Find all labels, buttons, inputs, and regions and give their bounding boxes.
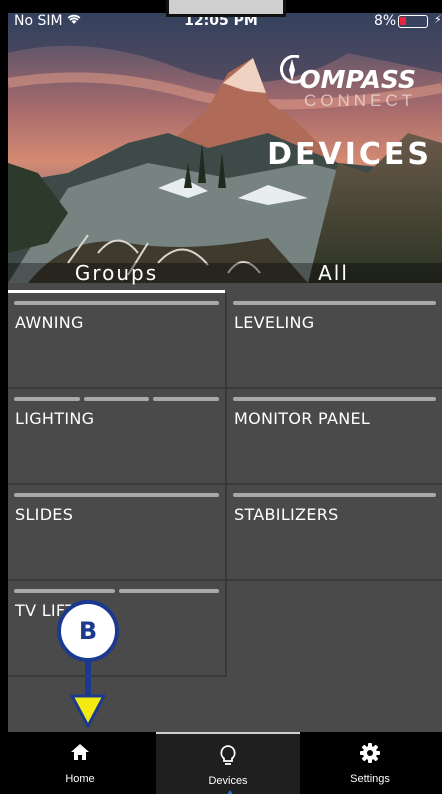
page-title: DEVICES bbox=[267, 137, 432, 172]
group-tile-awning[interactable]: AWNING bbox=[8, 293, 225, 389]
compass-connect-logo: OMPASS CONNECT bbox=[280, 55, 416, 111]
brand-line1: OMPASS bbox=[299, 65, 416, 94]
battery-percent: 8% bbox=[374, 13, 397, 29]
tile-status-bars bbox=[14, 589, 219, 593]
tab-all[interactable]: All bbox=[225, 261, 442, 285]
group-tile-monitor-panel[interactable]: MONITOR PANEL bbox=[225, 389, 442, 485]
compass-icon bbox=[279, 55, 305, 85]
group-tile-lighting[interactable]: LIGHTING bbox=[8, 389, 225, 485]
screenshot-frame: No SIM 12:05 PM 8% ⚡ OMPASS CONNECT DEVI… bbox=[0, 0, 442, 794]
top-tab-overlay bbox=[166, 0, 286, 17]
tile-status-bars bbox=[14, 493, 219, 497]
tile-label: LEVELING bbox=[234, 313, 315, 332]
gear-icon bbox=[359, 742, 381, 768]
callout-arrow-icon bbox=[70, 694, 106, 732]
hero-banner: OMPASS CONNECT DEVICES bbox=[8, 13, 442, 283]
tile-status-bars bbox=[233, 493, 436, 497]
nav-devices-label: Devices bbox=[208, 775, 248, 787]
nav-settings-label: Settings bbox=[350, 773, 390, 785]
battery-icon bbox=[398, 15, 428, 28]
device-group-grid: AWNING LEVELING LIGHTING MONITOR PANEL S… bbox=[8, 293, 442, 741]
nav-home-label: Home bbox=[65, 773, 95, 785]
group-tile-stabilizers[interactable]: STABILIZERS bbox=[225, 485, 442, 581]
lightbulb-icon bbox=[219, 744, 237, 772]
tile-label: SLIDES bbox=[15, 505, 74, 524]
brand-line2: CONNECT bbox=[303, 91, 416, 110]
tile-label: LIGHTING bbox=[15, 409, 95, 428]
nav-home[interactable]: Home bbox=[8, 732, 152, 794]
group-tile-slides[interactable]: SLIDES bbox=[8, 485, 225, 581]
app-screen: OMPASS CONNECT DEVICES Groups All AWNING… bbox=[8, 13, 442, 794]
home-icon bbox=[70, 742, 90, 766]
nav-settings[interactable]: Settings bbox=[298, 732, 442, 794]
group-tile-leveling[interactable]: LEVELING bbox=[225, 293, 442, 389]
bottom-navigation: Home Devices Settings bbox=[8, 732, 442, 794]
tile-label: AWNING bbox=[15, 313, 84, 332]
callout-letter: B bbox=[78, 617, 98, 645]
tile-label: MONITOR PANEL bbox=[234, 409, 371, 428]
callout-marker-b: B bbox=[57, 600, 119, 662]
tile-label: STABILIZERS bbox=[234, 505, 339, 524]
tile-status-bars bbox=[233, 301, 436, 305]
nav-devices[interactable]: Devices bbox=[156, 732, 300, 794]
tile-status-bars bbox=[14, 397, 220, 401]
active-nav-pointer bbox=[226, 790, 234, 794]
callout-stem bbox=[85, 662, 91, 698]
charging-icon: ⚡ bbox=[434, 13, 442, 26]
tab-groups[interactable]: Groups bbox=[8, 261, 225, 285]
tile-status-bars bbox=[14, 301, 219, 305]
tile-status-bars bbox=[233, 397, 436, 401]
empty-tile bbox=[225, 581, 442, 677]
